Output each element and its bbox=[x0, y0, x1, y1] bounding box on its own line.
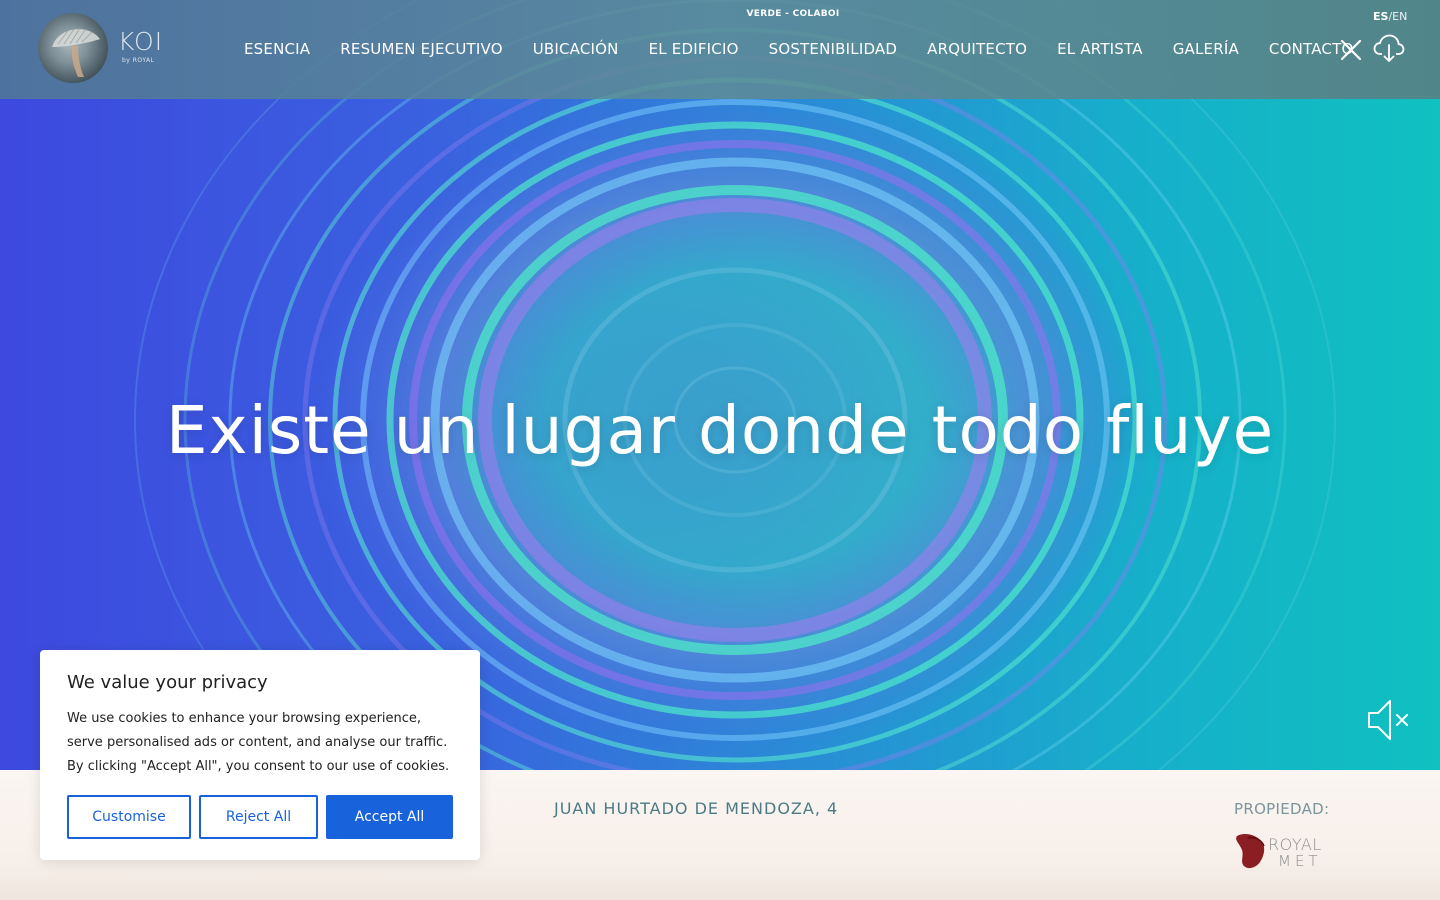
royal-logo-text: ROYAL bbox=[1268, 835, 1322, 854]
building-address: JUAN HURTADO DE MENDOZA, 4 bbox=[554, 799, 839, 818]
nav-item-el-artista[interactable]: EL ARTISTA bbox=[1057, 40, 1143, 58]
nav-item-galeria[interactable]: GALERÍA bbox=[1173, 40, 1239, 58]
language-switcher: ES/EN bbox=[1373, 10, 1407, 23]
logo-subtitle: by ROYAL bbox=[122, 57, 155, 64]
nav-item-resumen-ejecutivo[interactable]: RESUMEN EJECUTIVO bbox=[340, 40, 502, 58]
nav-item-ubicacion[interactable]: UBICACIÓN bbox=[533, 40, 619, 58]
customise-button[interactable]: Customise bbox=[67, 795, 191, 839]
nav-item-esencia[interactable]: ESENCIA bbox=[244, 40, 310, 58]
property-label: PROPIEDAD: bbox=[1234, 800, 1330, 818]
hero-headline: Existe un lugar donde todo fluye bbox=[165, 392, 1275, 469]
speaker-muted-icon[interactable] bbox=[1366, 697, 1412, 747]
cookie-description: We use cookies to enhance your browsing … bbox=[67, 711, 450, 774]
cookie-consent-dialog: We value your privacy We use cookies to … bbox=[40, 650, 480, 860]
site-header: KOI by ROYAL VERDE - COLABOI ESENCIA RES… bbox=[0, 0, 1440, 99]
nav-item-arquitecto[interactable]: ARQUITECTO bbox=[927, 40, 1027, 58]
met-logo-text: MET bbox=[1278, 852, 1322, 870]
close-icon[interactable] bbox=[1339, 38, 1363, 66]
lang-en[interactable]: EN bbox=[1392, 10, 1407, 23]
lang-es[interactable]: ES bbox=[1373, 10, 1388, 23]
accept-all-button[interactable]: Accept All bbox=[326, 795, 453, 839]
cookie-title: We value your privacy bbox=[67, 672, 268, 693]
cloud-download-icon[interactable] bbox=[1373, 32, 1405, 68]
mushroom-logo-image bbox=[52, 27, 100, 77]
reject-all-button[interactable]: Reject All bbox=[199, 795, 318, 839]
koi-logo[interactable] bbox=[38, 13, 108, 83]
logo-wordmark: KOI bbox=[118, 27, 164, 56]
nav-item-el-edificio[interactable]: EL EDIFICIO bbox=[649, 40, 739, 58]
royal-met-logo-icon[interactable] bbox=[1234, 832, 1270, 874]
nav-item-sostenibilidad[interactable]: SOSTENIBILIDAD bbox=[769, 40, 898, 58]
main-nav: ESENCIA RESUMEN EJECUTIVO UBICACIÓN EL E… bbox=[244, 40, 1383, 58]
top-label[interactable]: VERDE - COLABOI bbox=[740, 9, 846, 19]
